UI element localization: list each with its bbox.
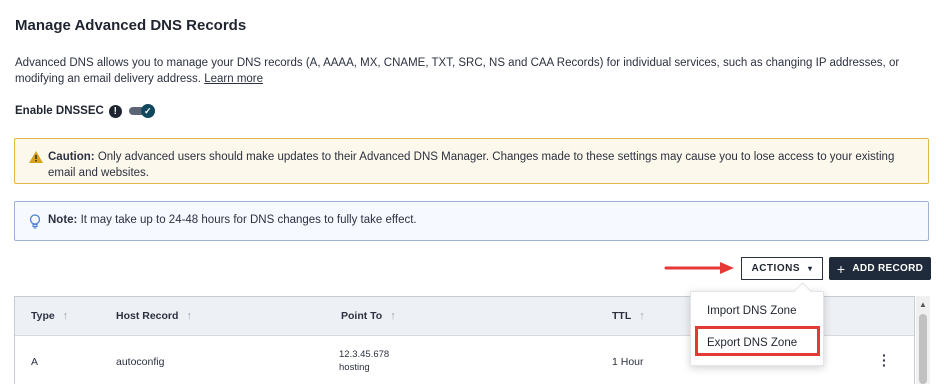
scrollbar[interactable]: ▲ <box>916 296 930 384</box>
caution-body: Only advanced users should make updates … <box>48 151 895 179</box>
sort-arrow-icon: ↑ <box>390 310 396 322</box>
column-label: Host Record <box>116 310 179 322</box>
lightbulb-icon <box>29 214 41 229</box>
note-text: Note: It may take up to 24-48 hours for … <box>48 214 417 226</box>
sort-arrow-icon: ↑ <box>639 310 645 322</box>
note-body: It may take up to 24-48 hours for DNS ch… <box>77 214 417 226</box>
scrollbar-thumb[interactable] <box>919 314 927 384</box>
cell-point-to: 12.3.45.678 hosting <box>339 348 389 374</box>
caution-label: Caution: <box>48 151 95 163</box>
page-title: Manage Advanced DNS Records <box>15 17 247 34</box>
exclamation-icon[interactable]: ! <box>108 104 122 118</box>
sort-arrow-icon: ↑ <box>62 310 69 322</box>
dnssec-toggle[interactable]: ✓ <box>128 104 157 118</box>
annotation-arrow-icon <box>664 262 734 274</box>
description-text: Advanced DNS allows you to manage your D… <box>15 57 900 85</box>
page-description: Advanced DNS allows you to manage your D… <box>15 55 930 87</box>
caution-text: Caution: Only advanced users should make… <box>48 149 918 181</box>
cell-host: autoconfig <box>116 356 165 368</box>
plus-icon: + <box>836 260 846 277</box>
point-to-sub: hosting <box>339 362 370 373</box>
note-alert: Note: It may take up to 24-48 hours for … <box>14 201 929 241</box>
annotation-highlight-box <box>695 326 820 356</box>
column-header-point-to[interactable]: Point To ↑ <box>341 310 396 322</box>
menu-item-import-dns-zone[interactable]: Import DNS Zone <box>707 305 796 317</box>
caution-alert: Caution: Only advanced users should make… <box>14 138 929 184</box>
row-menu-icon[interactable]: · · · <box>882 348 887 372</box>
note-label: Note: <box>48 214 78 226</box>
scroll-up-icon[interactable]: ▲ <box>919 300 927 309</box>
sort-arrow-icon: ↑ <box>186 310 192 322</box>
dnssec-row: Enable DNSSEC ! ✓ <box>15 104 157 118</box>
add-record-button[interactable]: + ADD RECORD <box>829 257 931 280</box>
column-label: Type <box>31 310 55 322</box>
learn-more-link[interactable]: Learn more <box>204 73 263 85</box>
dropdown-pointer <box>793 282 812 301</box>
column-label: TTL <box>612 310 632 322</box>
column-header-host-record[interactable]: Host Record ↑ <box>116 310 192 322</box>
cell-ttl: 1 Hour <box>612 356 644 368</box>
point-to-value: 12.3.45.678 <box>339 349 390 360</box>
add-record-label: ADD RECORD <box>852 263 924 274</box>
actions-button[interactable]: ACTIONS ▾ <box>741 257 823 280</box>
warning-triangle-icon <box>29 151 43 163</box>
check-icon: ✓ <box>140 104 155 118</box>
column-header-type[interactable]: Type ↑ <box>31 310 68 322</box>
actions-label: ACTIONS <box>751 263 800 274</box>
column-label: Point To <box>341 310 383 322</box>
column-header-ttl[interactable]: TTL ↑ <box>612 310 645 322</box>
cell-type: A <box>31 356 39 368</box>
chevron-down-icon: ▾ <box>807 264 813 273</box>
dnssec-label: Enable DNSSEC <box>15 105 104 117</box>
